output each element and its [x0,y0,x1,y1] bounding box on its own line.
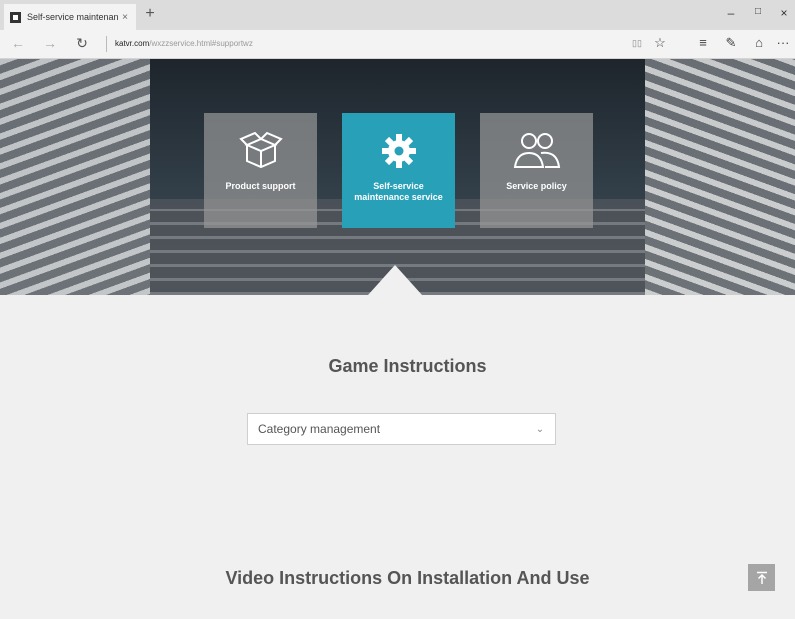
box-icon [238,131,283,169]
share-icon[interactable]: ⌂ [750,35,768,50]
new-tab-button[interactable]: + [140,5,160,23]
minimize-button[interactable]: – [722,6,740,20]
gear-icon [381,134,416,168]
browser-tab[interactable]: Self-service maintenanc × [4,4,136,30]
hub-icon[interactable]: ≡ [694,35,712,50]
category-select-value: Category management [258,422,381,436]
more-icon[interactable]: ··· [774,35,792,50]
reading-view-icon[interactable]: ▯▯ [628,38,646,49]
tab-title: Self-service maintenanc [27,12,118,22]
active-card-pointer [368,265,422,295]
refresh-button[interactable]: ↻ [72,35,92,52]
section-title-video-instructions: Video Instructions On Installation And U… [225,568,590,588]
hero-building-right [645,59,795,295]
tab-close-icon[interactable]: × [118,12,132,23]
card-label: Product support [225,181,296,191]
close-window-button[interactable]: × [775,6,793,20]
section-title-game-instructions: Game Instructions [328,356,487,376]
favorite-star-icon[interactable]: ☆ [651,35,669,51]
card-service-policy[interactable]: Service policy [480,113,593,228]
back-to-top-button[interactable] [748,564,775,591]
url-field[interactable]: katvr.com/wxzzservice.html#supportwz [106,36,253,52]
category-select[interactable]: Category management ⌄ [247,413,556,445]
card-self-service[interactable]: Self-service maintenance service [342,113,455,228]
arrow-up-icon [756,571,767,584]
maximize-button[interactable]: □ [749,6,767,17]
card-product-support[interactable]: Product support [204,113,317,228]
url-path: /wxzzservice.html#supportwz [149,39,253,48]
service-cards: Product support Self-service maintenance… [204,113,596,229]
forward-button[interactable]: → [40,35,60,51]
hero-banner: Product support Self-service maintenance… [0,59,795,295]
card-label: Service policy [506,181,567,191]
web-note-icon[interactable]: ✎ [722,35,740,51]
hero-building-left [0,59,150,295]
url-host: katvr.com [115,39,150,48]
users-icon [513,133,560,168]
browser-tab-bar: Self-service maintenanc × + – □ × [0,0,795,30]
card-label: Self-service maintenance service [354,181,443,202]
back-button[interactable]: ← [8,35,28,51]
site-favicon-icon [10,11,21,23]
chevron-down-icon: ⌄ [535,423,545,435]
address-bar: ← → ↻ katvr.com/wxzzservice.html#support… [0,30,795,59]
